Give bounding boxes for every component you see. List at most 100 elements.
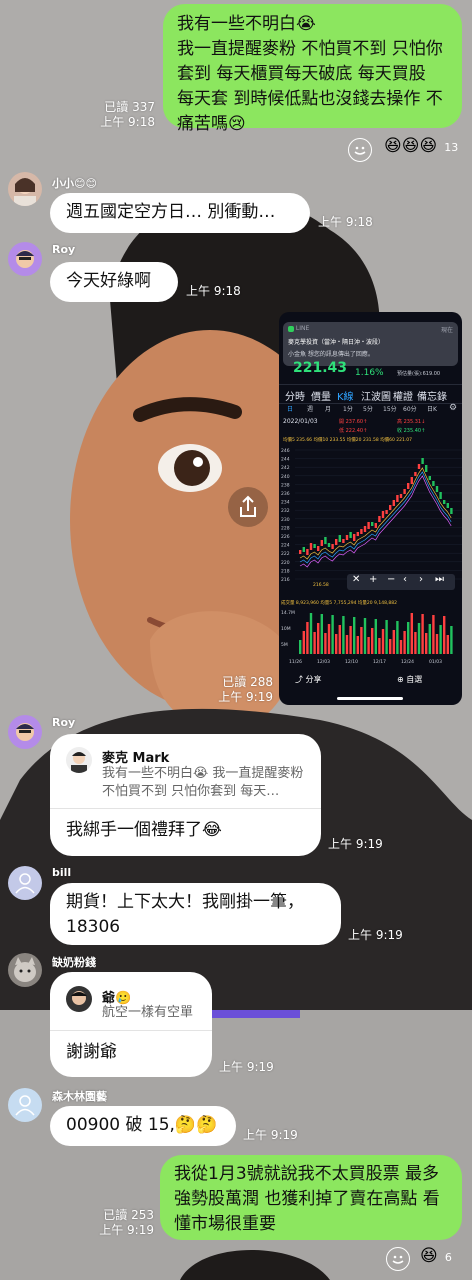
candle xyxy=(443,500,446,504)
message-bubble-own[interactable]: 我有一些不明白😭 我一直提醒麥粉 不怕買不到 只怕你套到 每天櫃買每天破底 每天… xyxy=(163,4,462,134)
candle xyxy=(317,546,320,551)
y-tick-label: 242 xyxy=(281,465,290,471)
message-text: 今天好綠啊 xyxy=(66,271,151,291)
kline-chart: 246 244 242 240 238 236 234 232 230 228 226 224 222 2… xyxy=(281,448,462,588)
read-receipt: 已讀 253 上午 9:19 xyxy=(99,1208,154,1237)
y-tick-label: 226 xyxy=(281,534,290,540)
upload-icon xyxy=(240,495,256,517)
candle xyxy=(435,486,439,492)
ohlc-close: 收 235.40↑ xyxy=(397,428,426,434)
candle xyxy=(446,503,449,508)
tab-elliott[interactable]: 江波圖 xyxy=(361,388,391,403)
share-button[interactable] xyxy=(228,487,268,527)
message-time: 上午 9:18 xyxy=(318,215,373,229)
candle xyxy=(385,510,388,514)
candle xyxy=(428,476,431,480)
tab-memo[interactable]: 備忘錄 xyxy=(417,388,447,403)
candle xyxy=(410,477,413,484)
save-action[interactable]: ⊕ 自選 xyxy=(397,674,422,685)
sender-name: Roy xyxy=(52,243,76,256)
period-week[interactable]: 週 xyxy=(307,404,313,413)
low-price-marker: 216.58 xyxy=(313,582,329,588)
y-tick-label: 234 xyxy=(281,500,290,506)
volume-bar xyxy=(306,622,309,654)
ohlc-open: 開 237.60↑ xyxy=(339,419,368,425)
tab-price-volume[interactable]: 價量 xyxy=(311,388,331,403)
period-1min[interactable]: 1分 xyxy=(343,404,353,413)
moving-average-line: 均價5 235.66 均價10 233.55 均價20 231.58 均價60 … xyxy=(283,438,413,443)
line-app-icon xyxy=(288,325,294,332)
y-tick-label: 238 xyxy=(281,482,290,488)
reaction-emoji-icon: 😆 xyxy=(420,1246,438,1266)
reaction-summary[interactable]: 😆 6 xyxy=(420,1246,470,1272)
volume-bar xyxy=(324,633,327,654)
reply-message-bubble[interactable]: 爺🥲 航空一樣有空單 謝謝爺 xyxy=(50,972,212,1077)
quoted-text: 我有一些不明白😭 我一直提醒麥粉 不怕買不到 只怕你套到 每天… xyxy=(102,766,304,799)
period-60min[interactable]: 60分 xyxy=(403,404,417,413)
y-tick-label: 216 xyxy=(281,577,290,583)
message-text: 00900 破 15,🤔🤔 xyxy=(66,1115,218,1135)
ohlc-high: 高 235.31↓ xyxy=(397,419,426,425)
avatar[interactable] xyxy=(8,953,42,987)
message-time: 上午 9:19 xyxy=(243,1128,298,1142)
period-15min[interactable]: 15分 xyxy=(383,404,397,413)
sender-name: bill xyxy=(52,866,72,879)
tab-intraday[interactable]: 分時 xyxy=(285,388,305,403)
candle xyxy=(299,550,302,554)
reply-message-bubble[interactable]: 麥克 Mark 我有一些不明白😭 我一直提醒麥粉 不怕買不到 只怕你套到 每天…… xyxy=(50,734,321,856)
candle xyxy=(342,539,345,543)
zoom-in-icon[interactable]: + xyxy=(369,574,377,585)
message-bubble-own[interactable]: 我從1月3號就說我不太買股票 最多強勢股萬潤 也獲利掉了賣在高點 看懂市場很重要 xyxy=(160,1155,462,1240)
message-bubble[interactable]: 週五國定空方日… 別衝動… xyxy=(50,193,310,233)
reply-divider xyxy=(50,808,321,809)
volume-bar xyxy=(327,624,331,654)
add-reaction-button[interactable] xyxy=(348,138,372,162)
settings-gear-icon[interactable]: ⚙ xyxy=(449,403,457,413)
volume-bar xyxy=(425,633,428,654)
volume-bar xyxy=(432,615,435,654)
shared-image-stock-chart[interactable]: LINE 現在 麥克學投資（當沖・隔日沖・波段） 小金魚 想您的訊息傳出了回應。… xyxy=(279,312,462,705)
tab-kline[interactable]: K線 xyxy=(337,388,354,403)
reaction-summary[interactable]: 😆😆😆 13 xyxy=(384,136,470,162)
x-date-label: 12/17 xyxy=(373,659,386,665)
chevron-right-icon[interactable]: › xyxy=(419,574,423,585)
home-indicator xyxy=(337,697,403,700)
chevron-left-icon[interactable]: ‹ xyxy=(403,574,407,585)
volume-bar xyxy=(392,630,395,654)
add-reaction-button[interactable] xyxy=(386,1247,410,1271)
volume-bar xyxy=(428,624,431,654)
volume-bar xyxy=(421,614,424,654)
period-5min[interactable]: 5分 xyxy=(363,404,373,413)
avatar[interactable] xyxy=(8,172,42,206)
candle xyxy=(392,500,395,506)
message-text: 我綁手一個禮拜了😂 xyxy=(66,820,222,840)
zoom-out-icon[interactable]: − xyxy=(387,574,395,585)
share-action[interactable]: ⤴ 分享 xyxy=(295,674,322,685)
message-time: 上午 9:19 xyxy=(219,1060,274,1074)
tab-warrant[interactable]: 權證 xyxy=(393,388,413,403)
candle xyxy=(403,489,406,494)
avatar[interactable] xyxy=(8,715,42,749)
period-day[interactable]: 日 xyxy=(287,404,293,413)
y-tick-label: 218 xyxy=(281,568,290,574)
volume-axis-label: 5M xyxy=(281,642,288,648)
message-bubble[interactable]: 期貨！上下太大！我剛掛一筆，18306 xyxy=(50,883,341,945)
candle xyxy=(421,458,424,464)
candle xyxy=(432,481,435,486)
message-bubble[interactable]: 今天好綠啊 xyxy=(50,262,178,302)
smile-icon xyxy=(392,1255,404,1264)
candle xyxy=(425,465,428,472)
x-date-label: 12/03 xyxy=(317,659,330,665)
period-month[interactable]: 月 xyxy=(325,404,331,413)
avatar[interactable] xyxy=(8,1088,42,1122)
avatar[interactable] xyxy=(8,242,42,276)
close-icon[interactable]: ✕ xyxy=(352,574,360,585)
candle xyxy=(417,464,421,469)
change-percent: 1.16% xyxy=(355,368,384,378)
skip-end-icon[interactable]: ⏭ xyxy=(435,574,444,585)
period-daily-k[interactable]: 日K xyxy=(427,404,437,413)
x-date-label: 01/03 xyxy=(429,659,442,665)
avatar[interactable] xyxy=(8,866,42,900)
read-receipt: 已讀 337 上午 9:18 xyxy=(100,100,155,129)
message-bubble[interactable]: 00900 破 15,🤔🤔 xyxy=(50,1106,236,1146)
